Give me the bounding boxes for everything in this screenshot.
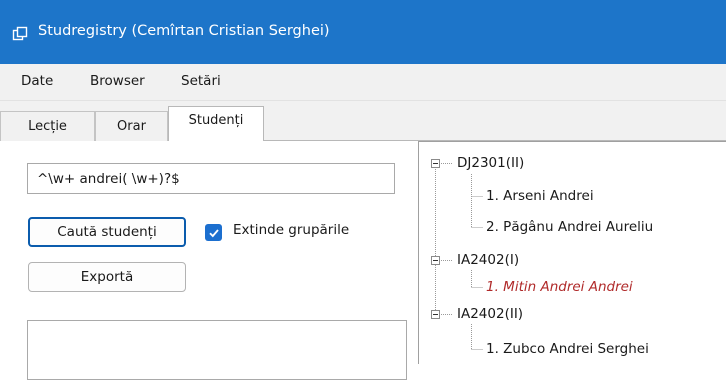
search-panel: ^\w+ andrei( \w+)?$ Caută studenți Extin…	[0, 141, 420, 380]
export-button[interactable]: Exportă	[28, 262, 186, 292]
tree-group-dj2301[interactable]: DJ2301(II)	[457, 155, 524, 171]
tree-student-mitin[interactable]: 1. Mitin Andrei Andrei	[486, 279, 633, 295]
expand-groups-checkbox[interactable]	[205, 224, 222, 241]
tree-student-zubco[interactable]: 1. Zubco Andrei Serghei	[486, 341, 649, 357]
window-title: Studregistry (Cemîrtan Cristian Serghei)	[38, 23, 330, 39]
collapse-ia2402-i-icon[interactable]	[431, 256, 440, 265]
checkmark-icon	[208, 228, 219, 237]
tab-orar[interactable]: Orar	[95, 111, 168, 141]
title-bar: Studregistry (Cemîrtan Cristian Serghei)	[0, 0, 726, 64]
tree-student-arseni[interactable]: 1. Arseni Andrei	[486, 188, 594, 204]
tree-group-ia2402-ii[interactable]: IA2402(II)	[457, 306, 523, 322]
menu-browser[interactable]: Browser	[90, 73, 145, 89]
menu-bar: Date Browser Setări	[0, 64, 726, 101]
tab-studenti[interactable]: Studenți	[168, 106, 264, 142]
student-tree[interactable]: DJ2301(II) 1. Arseni Andrei 2. Păgânu An…	[418, 141, 726, 364]
tab-strip: Lecție Orar Studenți	[0, 101, 726, 142]
collapse-ia2402-ii-icon[interactable]	[431, 310, 440, 319]
search-input[interactable]: ^\w+ andrei( \w+)?$	[27, 163, 395, 194]
menu-date[interactable]: Date	[21, 73, 53, 89]
tree-student-paganu[interactable]: 2. Păgânu Andrei Aureliu	[486, 219, 653, 235]
collapse-dj2301-icon[interactable]	[431, 159, 440, 168]
results-box[interactable]	[27, 320, 407, 380]
tab-lectie[interactable]: Lecție	[0, 111, 95, 141]
app-icon	[12, 26, 28, 41]
tree-group-ia2402-i[interactable]: IA2402(I)	[457, 252, 519, 268]
expand-groups-label[interactable]: Extinde grupările	[233, 222, 349, 238]
search-students-button[interactable]: Caută studenți	[28, 217, 186, 247]
menu-setari[interactable]: Setări	[181, 73, 221, 89]
